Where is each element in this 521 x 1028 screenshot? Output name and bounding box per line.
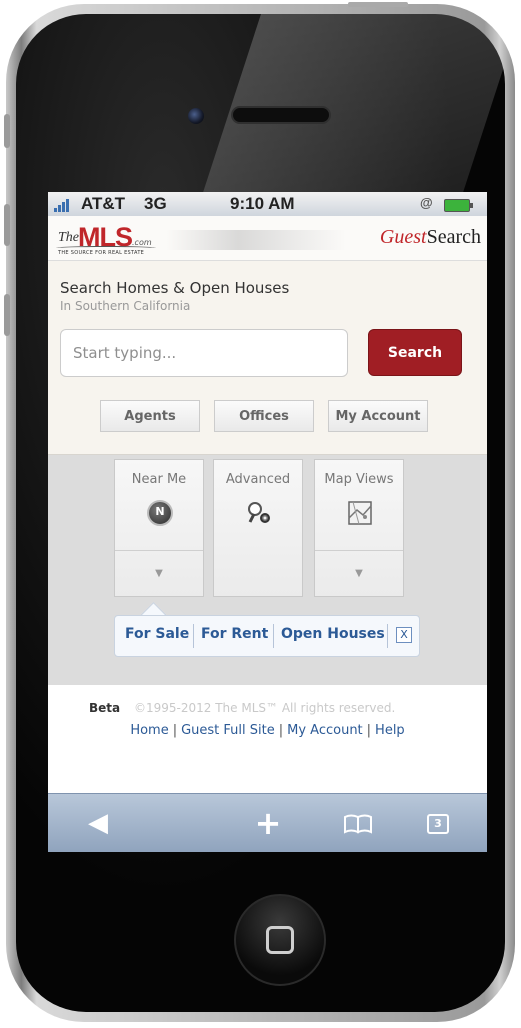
close-filter-icon[interactable]: X — [396, 627, 412, 643]
battery-icon — [444, 199, 473, 212]
volume-up-button — [4, 204, 10, 246]
clock: 9:10 AM — [230, 194, 295, 213]
carrier-label: AT&T — [81, 194, 126, 213]
tile-map-views-label: Map Views — [324, 472, 394, 487]
status-bar: AT&T 3G 9:10 AM @ — [48, 192, 487, 216]
compass-icon: N — [147, 500, 173, 526]
logo-tagline: THE SOURCE FOR REAL ESTATE — [58, 250, 145, 256]
search-button[interactable]: Search — [368, 329, 462, 376]
open-book-icon — [344, 814, 372, 834]
earpiece-speaker — [231, 106, 331, 124]
footer-link-help[interactable]: Help — [375, 723, 405, 738]
search-word: Search — [426, 226, 481, 248]
home-square-icon — [266, 926, 294, 954]
power-button — [348, 2, 408, 7]
quick-tiles-area: Near Me N ▼ Advanced Map Views ▼ For Sal… — [48, 455, 487, 685]
footer-link-guest-full-site[interactable]: Guest Full Site — [181, 723, 275, 738]
footer-link-home[interactable]: Home — [130, 723, 168, 738]
my-account-button[interactable]: My Account — [328, 400, 428, 432]
footer-links: Home | Guest Full Site | My Account | Help — [130, 723, 405, 738]
agents-button[interactable]: Agents — [100, 400, 200, 432]
logo-the: The — [58, 230, 79, 245]
tile-advanced-label: Advanced — [225, 472, 291, 487]
search-panel: Search Homes & Open Houses In Southern C… — [48, 261, 487, 455]
skyline-graphic — [166, 230, 346, 250]
filter-open-houses[interactable]: Open Houses — [281, 626, 385, 642]
compass-letter: N — [155, 505, 165, 518]
bookmarks-icon[interactable] — [338, 794, 378, 852]
guest-word: Guest — [379, 226, 427, 248]
beta-label: Beta — [89, 701, 121, 715]
rotation-lock-icon: @ — [420, 195, 433, 210]
filter-for-sale[interactable]: For Sale — [125, 626, 189, 642]
footer-link-my-account[interactable]: My Account — [287, 723, 363, 738]
tile-map-views-expand-icon[interactable]: ▼ — [315, 568, 403, 579]
tile-map-views[interactable]: Map Views ▼ — [314, 459, 404, 597]
phone-screen: AT&T 3G 9:10 AM @ The MLS .com THE SOURC… — [48, 192, 487, 852]
network-label: 3G — [144, 194, 167, 213]
the-mls-logo[interactable]: The MLS .com THE SOURCE FOR REAL ESTATE — [56, 222, 166, 256]
search-input[interactable] — [60, 329, 348, 377]
back-arrow-icon[interactable]: ◀ — [78, 794, 118, 852]
front-camera — [188, 108, 204, 124]
safari-toolbar: ◀ + 3 — [48, 793, 487, 852]
magnifier-gear-icon — [248, 502, 270, 523]
offices-button[interactable]: Offices — [214, 400, 314, 432]
guest-search-title: GuestSearch — [380, 226, 481, 249]
volume-down-button — [4, 294, 10, 336]
tile-near-me-expand-icon[interactable]: ▼ — [115, 568, 203, 579]
home-button[interactable] — [234, 894, 326, 986]
mute-switch — [4, 114, 10, 148]
footer: Beta ©1995-2012 The MLS™ All rights rese… — [48, 685, 487, 793]
map-icon — [348, 501, 372, 525]
tabs-button[interactable]: 3 — [418, 794, 458, 852]
search-subline: In Southern California — [60, 299, 191, 313]
brand-header: The MLS .com THE SOURCE FOR REAL ESTATE … — [48, 216, 487, 261]
signal-strength-icon — [54, 198, 72, 212]
tile-advanced[interactable]: Advanced — [213, 459, 303, 597]
listing-filter-bar: For Sale For Rent Open Houses X — [114, 615, 420, 657]
copyright-text: ©1995-2012 The MLS™ All rights reserved. — [134, 701, 396, 715]
tile-near-me[interactable]: Near Me N ▼ — [114, 459, 204, 597]
tabs-count-icon: 3 — [427, 813, 449, 834]
filter-for-rent[interactable]: For Rent — [201, 626, 268, 642]
search-headline: Search Homes & Open Houses — [60, 279, 290, 297]
add-plus-icon[interactable]: + — [248, 794, 288, 852]
tile-near-me-label: Near Me — [131, 472, 187, 487]
